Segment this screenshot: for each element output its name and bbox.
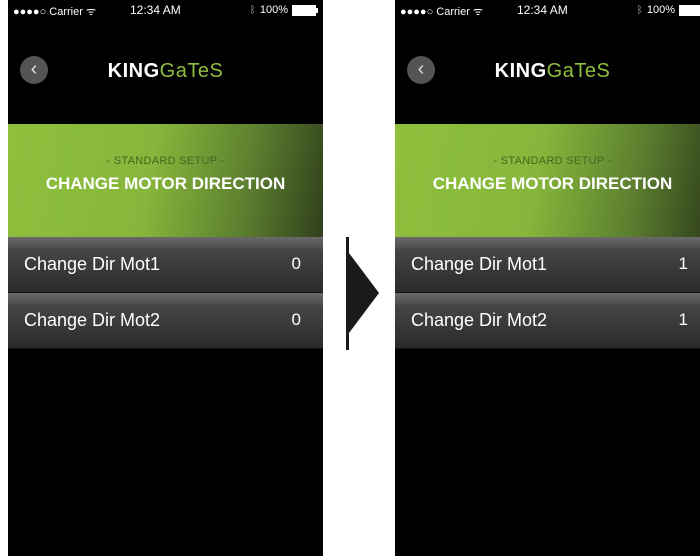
- battery-icon: [679, 4, 700, 16]
- app-header: ‹ KINGGaTeS: [8, 44, 323, 104]
- setting-value: 0: [291, 310, 301, 329]
- arrow-head: [349, 253, 379, 333]
- banner-subtitle: - STANDARD SETUP -: [106, 155, 225, 167]
- section-banner: - STANDARD SETUP - CHANGE MOTOR DIRECTIO…: [8, 124, 323, 237]
- settings-list: Change Dir Mot1 1 Change Dir Mot2 1: [395, 237, 700, 349]
- status-time: 12:34 AM: [517, 3, 568, 17]
- page-title: CHANGE MOTOR DIRECTION: [432, 174, 673, 193]
- wifi-icon: ᯤ: [472, 6, 483, 18]
- page-title: CHANGE MOTOR DIRECTION: [45, 174, 286, 193]
- carrier-label: ●●●●○ Carrier ᯤ: [400, 6, 483, 18]
- setting-value: 1: [678, 310, 688, 329]
- bluetooth-icon: ᛒ: [249, 4, 256, 16]
- battery-icon: [292, 4, 318, 16]
- settings-list: Change Dir Mot1 0 Change Dir Mot2 0: [8, 237, 323, 349]
- setting-label: Change Dir Mot1: [411, 254, 548, 274]
- setting-value: 1: [678, 254, 688, 273]
- arrow-right-icon: [346, 237, 380, 350]
- logo-brand-bold: KING: [107, 60, 160, 82]
- setting-row-mot1[interactable]: Change Dir Mot1 1: [395, 237, 700, 293]
- wifi-icon: ᯤ: [85, 6, 96, 18]
- setting-label: Change Dir Mot2: [411, 310, 548, 330]
- battery-indicator: ᛒ 100%: [249, 4, 318, 16]
- logo-brand-light: GaTeS: [546, 60, 611, 82]
- setting-label: Change Dir Mot2: [24, 310, 161, 330]
- setting-value: 0: [291, 254, 301, 273]
- status-bar: ●●●●○ Carrier ᯤ 12:34 AM ᛒ 100%: [8, 0, 323, 20]
- phone-screen-after: ●●●●○ Carrier ᯤ 12:34 AM ᛒ 100% ‹ KINGGa…: [395, 0, 700, 556]
- logo-brand-light: GaTeS: [159, 60, 224, 82]
- setting-row-mot1[interactable]: Change Dir Mot1 0: [8, 237, 323, 293]
- phone-screen-before: ●●●●○ Carrier ᯤ 12:34 AM ᛒ 100% ‹ KINGGa…: [8, 0, 323, 556]
- status-time: 12:34 AM: [130, 3, 181, 17]
- battery-percent: 100%: [259, 4, 288, 16]
- banner-subtitle: - STANDARD SETUP -: [493, 155, 612, 167]
- status-bar: ●●●●○ Carrier ᯤ 12:34 AM ᛒ 100%: [395, 0, 700, 20]
- battery-indicator: ᛒ 100%: [637, 4, 700, 16]
- section-banner: - STANDARD SETUP - CHANGE MOTOR DIRECTIO…: [395, 124, 700, 237]
- kinggates-logo: KINGGaTeS: [395, 60, 700, 83]
- setting-row-mot2[interactable]: Change Dir Mot2 1: [395, 293, 700, 349]
- bluetooth-icon: ᛒ: [636, 4, 643, 16]
- app-header: ‹ KINGGaTeS: [395, 44, 700, 104]
- carrier-label: ●●●●○ Carrier ᯤ: [13, 6, 96, 18]
- setting-label: Change Dir Mot1: [24, 254, 161, 274]
- setting-row-mot2[interactable]: Change Dir Mot2 0: [8, 293, 323, 349]
- kinggates-logo: KINGGaTeS: [8, 60, 323, 83]
- battery-percent: 100%: [646, 4, 675, 16]
- logo-brand-bold: KING: [494, 60, 547, 82]
